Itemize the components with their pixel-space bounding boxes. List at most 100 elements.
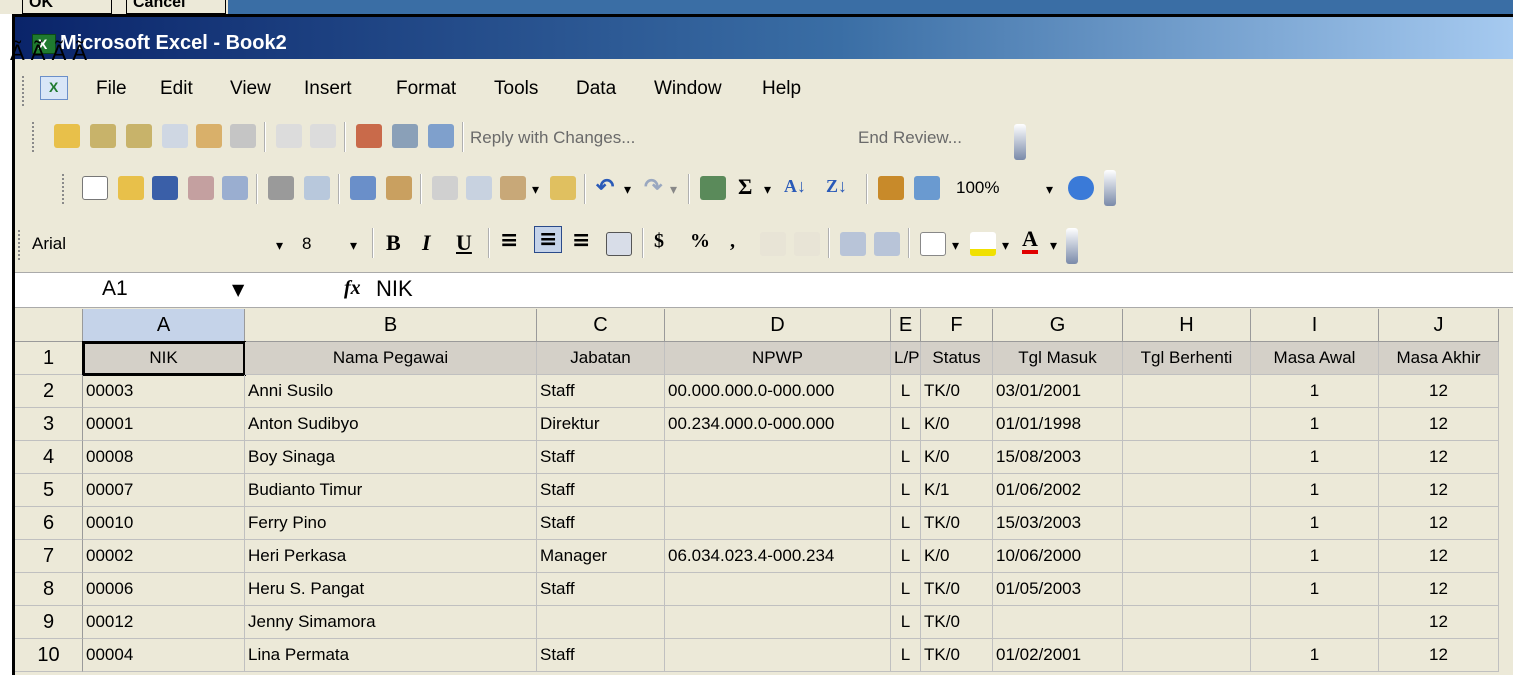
delete-comment-icon[interactable] bbox=[230, 124, 256, 148]
table-cell[interactable] bbox=[665, 639, 891, 672]
table-cell[interactable]: 1 bbox=[1251, 507, 1379, 540]
show-all-comments-icon[interactable] bbox=[196, 124, 222, 148]
menu-file[interactable]: File bbox=[96, 78, 127, 100]
table-cell[interactable]: TK/0 bbox=[921, 507, 993, 540]
fill-color-icon[interactable] bbox=[970, 232, 996, 256]
header-cell[interactable]: L/P bbox=[891, 342, 921, 375]
table-cell[interactable]: Staff bbox=[537, 375, 665, 408]
end-review-button[interactable]: End Review... bbox=[858, 128, 962, 148]
header-cell[interactable]: Tgl Berhenti bbox=[1123, 342, 1251, 375]
header-cell[interactable]: Tgl Masuk bbox=[993, 342, 1123, 375]
header-cell[interactable]: NIK bbox=[82, 341, 246, 376]
table-cell[interactable]: 01/02/2001 bbox=[993, 639, 1123, 672]
sort-ascending-icon[interactable]: A↓ bbox=[784, 176, 806, 197]
table-cell[interactable]: Staff bbox=[537, 573, 665, 606]
menu-tools[interactable]: Tools bbox=[494, 78, 538, 100]
redo-dropdown-icon[interactable]: ▾ bbox=[670, 182, 677, 198]
paste-icon[interactable] bbox=[500, 176, 526, 200]
currency-icon[interactable]: $ bbox=[654, 230, 664, 253]
redo-icon[interactable]: ↷ bbox=[644, 174, 662, 200]
toolbar-options-icon[interactable] bbox=[1066, 228, 1078, 264]
table-cell[interactable]: 00.000.000.0-000.000 bbox=[665, 375, 891, 408]
font-size-dropdown-icon[interactable]: ▾ bbox=[350, 238, 357, 254]
table-cell[interactable]: L bbox=[891, 408, 921, 441]
font-color-icon[interactable]: A bbox=[1022, 228, 1038, 254]
menu-edit[interactable]: Edit bbox=[160, 78, 193, 100]
header-cell[interactable]: Status bbox=[921, 342, 993, 375]
column-header-j[interactable]: J bbox=[1379, 309, 1499, 342]
row-header[interactable]: 3 bbox=[15, 408, 83, 441]
table-cell[interactable] bbox=[1123, 507, 1251, 540]
name-box-dropdown-icon[interactable]: ▼ bbox=[232, 280, 244, 299]
table-cell[interactable] bbox=[665, 606, 891, 639]
cancel-button[interactable]: Cancel bbox=[126, 0, 226, 14]
copy-icon[interactable] bbox=[466, 176, 492, 200]
table-cell[interactable]: TK/0 bbox=[921, 375, 993, 408]
show-hide-comment-icon[interactable] bbox=[162, 124, 188, 148]
table-cell[interactable]: 00010 bbox=[83, 507, 245, 540]
center-icon[interactable]: ≡ bbox=[534, 226, 563, 253]
table-cell[interactable]: 00006 bbox=[83, 573, 245, 606]
table-cell[interactable]: 01/01/1998 bbox=[993, 408, 1123, 441]
table-cell[interactable] bbox=[993, 606, 1123, 639]
column-header-h[interactable]: H bbox=[1123, 309, 1251, 342]
toolbar-options-icon[interactable] bbox=[1104, 170, 1116, 206]
table-cell[interactable]: L bbox=[891, 606, 921, 639]
table-cell[interactable] bbox=[1123, 573, 1251, 606]
italic-icon[interactable]: I bbox=[422, 230, 431, 256]
ok-button[interactable]: OK bbox=[22, 0, 112, 14]
table-cell[interactable]: Ferry Pino bbox=[245, 507, 537, 540]
table-cell[interactable]: Boy Sinaga bbox=[245, 441, 537, 474]
table-cell[interactable]: 12 bbox=[1379, 375, 1499, 408]
table-cell[interactable]: 10/06/2000 bbox=[993, 540, 1123, 573]
undo-dropdown-icon[interactable]: ▾ bbox=[624, 182, 631, 198]
chart-wizard-icon[interactable] bbox=[878, 176, 904, 200]
table-cell[interactable]: 12 bbox=[1379, 474, 1499, 507]
previous-comment-icon[interactable] bbox=[90, 124, 116, 148]
formula-input[interactable]: NIK bbox=[376, 276, 413, 302]
column-header-d[interactable]: D bbox=[665, 309, 891, 342]
save-icon[interactable] bbox=[152, 176, 178, 200]
workbook-icon[interactable] bbox=[40, 76, 68, 100]
format-painter-icon[interactable] bbox=[550, 176, 576, 200]
table-cell[interactable]: Heru S. Pangat bbox=[245, 573, 537, 606]
menu-insert[interactable]: Insert bbox=[304, 78, 352, 100]
table-cell[interactable]: TK/0 bbox=[921, 573, 993, 606]
table-cell[interactable]: 1 bbox=[1251, 408, 1379, 441]
zoom-combo[interactable]: 100% bbox=[950, 174, 1046, 204]
fill-color-dropdown-icon[interactable]: ▾ bbox=[1002, 238, 1009, 254]
new-icon[interactable] bbox=[82, 176, 108, 200]
table-cell[interactable]: 12 bbox=[1379, 639, 1499, 672]
spelling-icon[interactable] bbox=[350, 176, 376, 200]
table-cell[interactable]: 03/01/2001 bbox=[993, 375, 1123, 408]
table-cell[interactable]: Anton Sudibyo bbox=[245, 408, 537, 441]
table-cell[interactable] bbox=[1123, 474, 1251, 507]
borders-icon[interactable] bbox=[920, 232, 946, 256]
column-header-a[interactable]: A bbox=[83, 309, 245, 342]
table-cell[interactable]: 1 bbox=[1251, 474, 1379, 507]
table-cell[interactable]: Staff bbox=[537, 507, 665, 540]
select-all-corner[interactable] bbox=[15, 309, 83, 342]
table-cell[interactable]: Staff bbox=[537, 474, 665, 507]
table-cell[interactable]: 00003 bbox=[83, 375, 245, 408]
drawing-icon[interactable] bbox=[914, 176, 940, 200]
row-header[interactable]: 4 bbox=[15, 441, 83, 474]
table-cell[interactable]: Anni Susilo bbox=[245, 375, 537, 408]
table-cell[interactable] bbox=[1123, 375, 1251, 408]
font-name-dropdown-icon[interactable]: ▾ bbox=[276, 238, 283, 254]
menu-grip[interactable] bbox=[22, 76, 26, 106]
header-cell[interactable]: Nama Pegawai bbox=[245, 342, 537, 375]
header-cell[interactable]: Jabatan bbox=[537, 342, 665, 375]
row-header[interactable]: 1 bbox=[15, 342, 83, 375]
merge-center-icon[interactable] bbox=[606, 232, 632, 256]
table-cell[interactable]: K/0 bbox=[921, 408, 993, 441]
standard-toolbar-grip[interactable] bbox=[62, 174, 66, 204]
table-cell[interactable]: 00004 bbox=[83, 639, 245, 672]
print-icon[interactable] bbox=[268, 176, 294, 200]
table-cell[interactable]: 1 bbox=[1251, 540, 1379, 573]
percent-icon[interactable]: % bbox=[690, 230, 710, 253]
column-header-c[interactable]: C bbox=[537, 309, 665, 342]
table-cell[interactable] bbox=[1123, 408, 1251, 441]
table-cell[interactable]: 00001 bbox=[83, 408, 245, 441]
align-left-icon[interactable]: ≡ bbox=[500, 228, 518, 253]
